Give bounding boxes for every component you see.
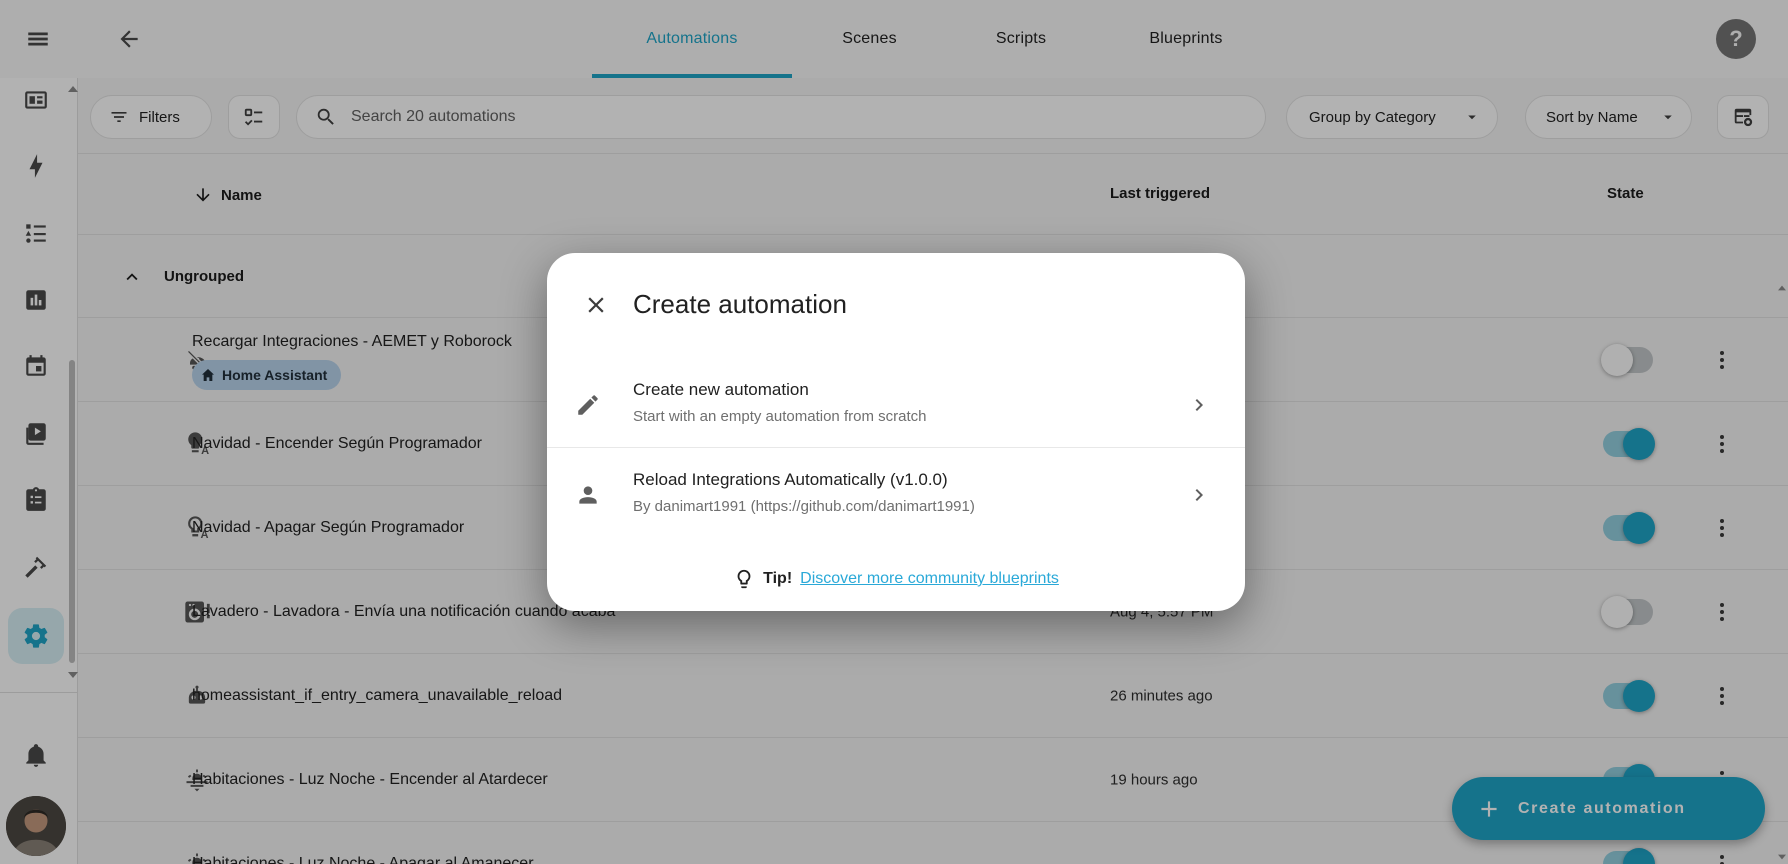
option-subtitle: By danimart1991 (https://github.com/dani…: [633, 498, 975, 515]
option-title: Create new automation: [633, 380, 809, 399]
option-title: Reload Integrations Automatically (v1.0.…: [633, 470, 948, 489]
close-icon: [588, 297, 604, 313]
tip-label: Tip!: [763, 570, 793, 587]
dialog-divider: [547, 447, 1245, 448]
create-automation-dialog: Create automation Create new automation …: [547, 253, 1245, 611]
community-blueprints-link[interactable]: Discover more community blueprints: [800, 570, 1059, 588]
lightbulb-outline-icon: [737, 569, 751, 589]
tip-row: Tip! Discover more community blueprints: [547, 561, 1245, 597]
option-subtitle: Start with an empty automation from scra…: [633, 408, 927, 425]
app-window: Automations Scenes Scripts Blueprints ?: [0, 0, 1788, 864]
chevron-right-icon: [1195, 489, 1203, 501]
pencil-icon: [578, 395, 598, 415]
option-reload-integrations-blueprint[interactable]: Reload Integrations Automatically (v1.0.…: [547, 453, 1245, 537]
dialog-close-button[interactable]: [581, 290, 611, 320]
chevron-right-icon: [1195, 399, 1203, 411]
account-icon: [579, 486, 597, 504]
option-create-new-automation[interactable]: Create new automation Start with an empt…: [547, 363, 1245, 447]
dialog-title: Create automation: [633, 289, 847, 319]
